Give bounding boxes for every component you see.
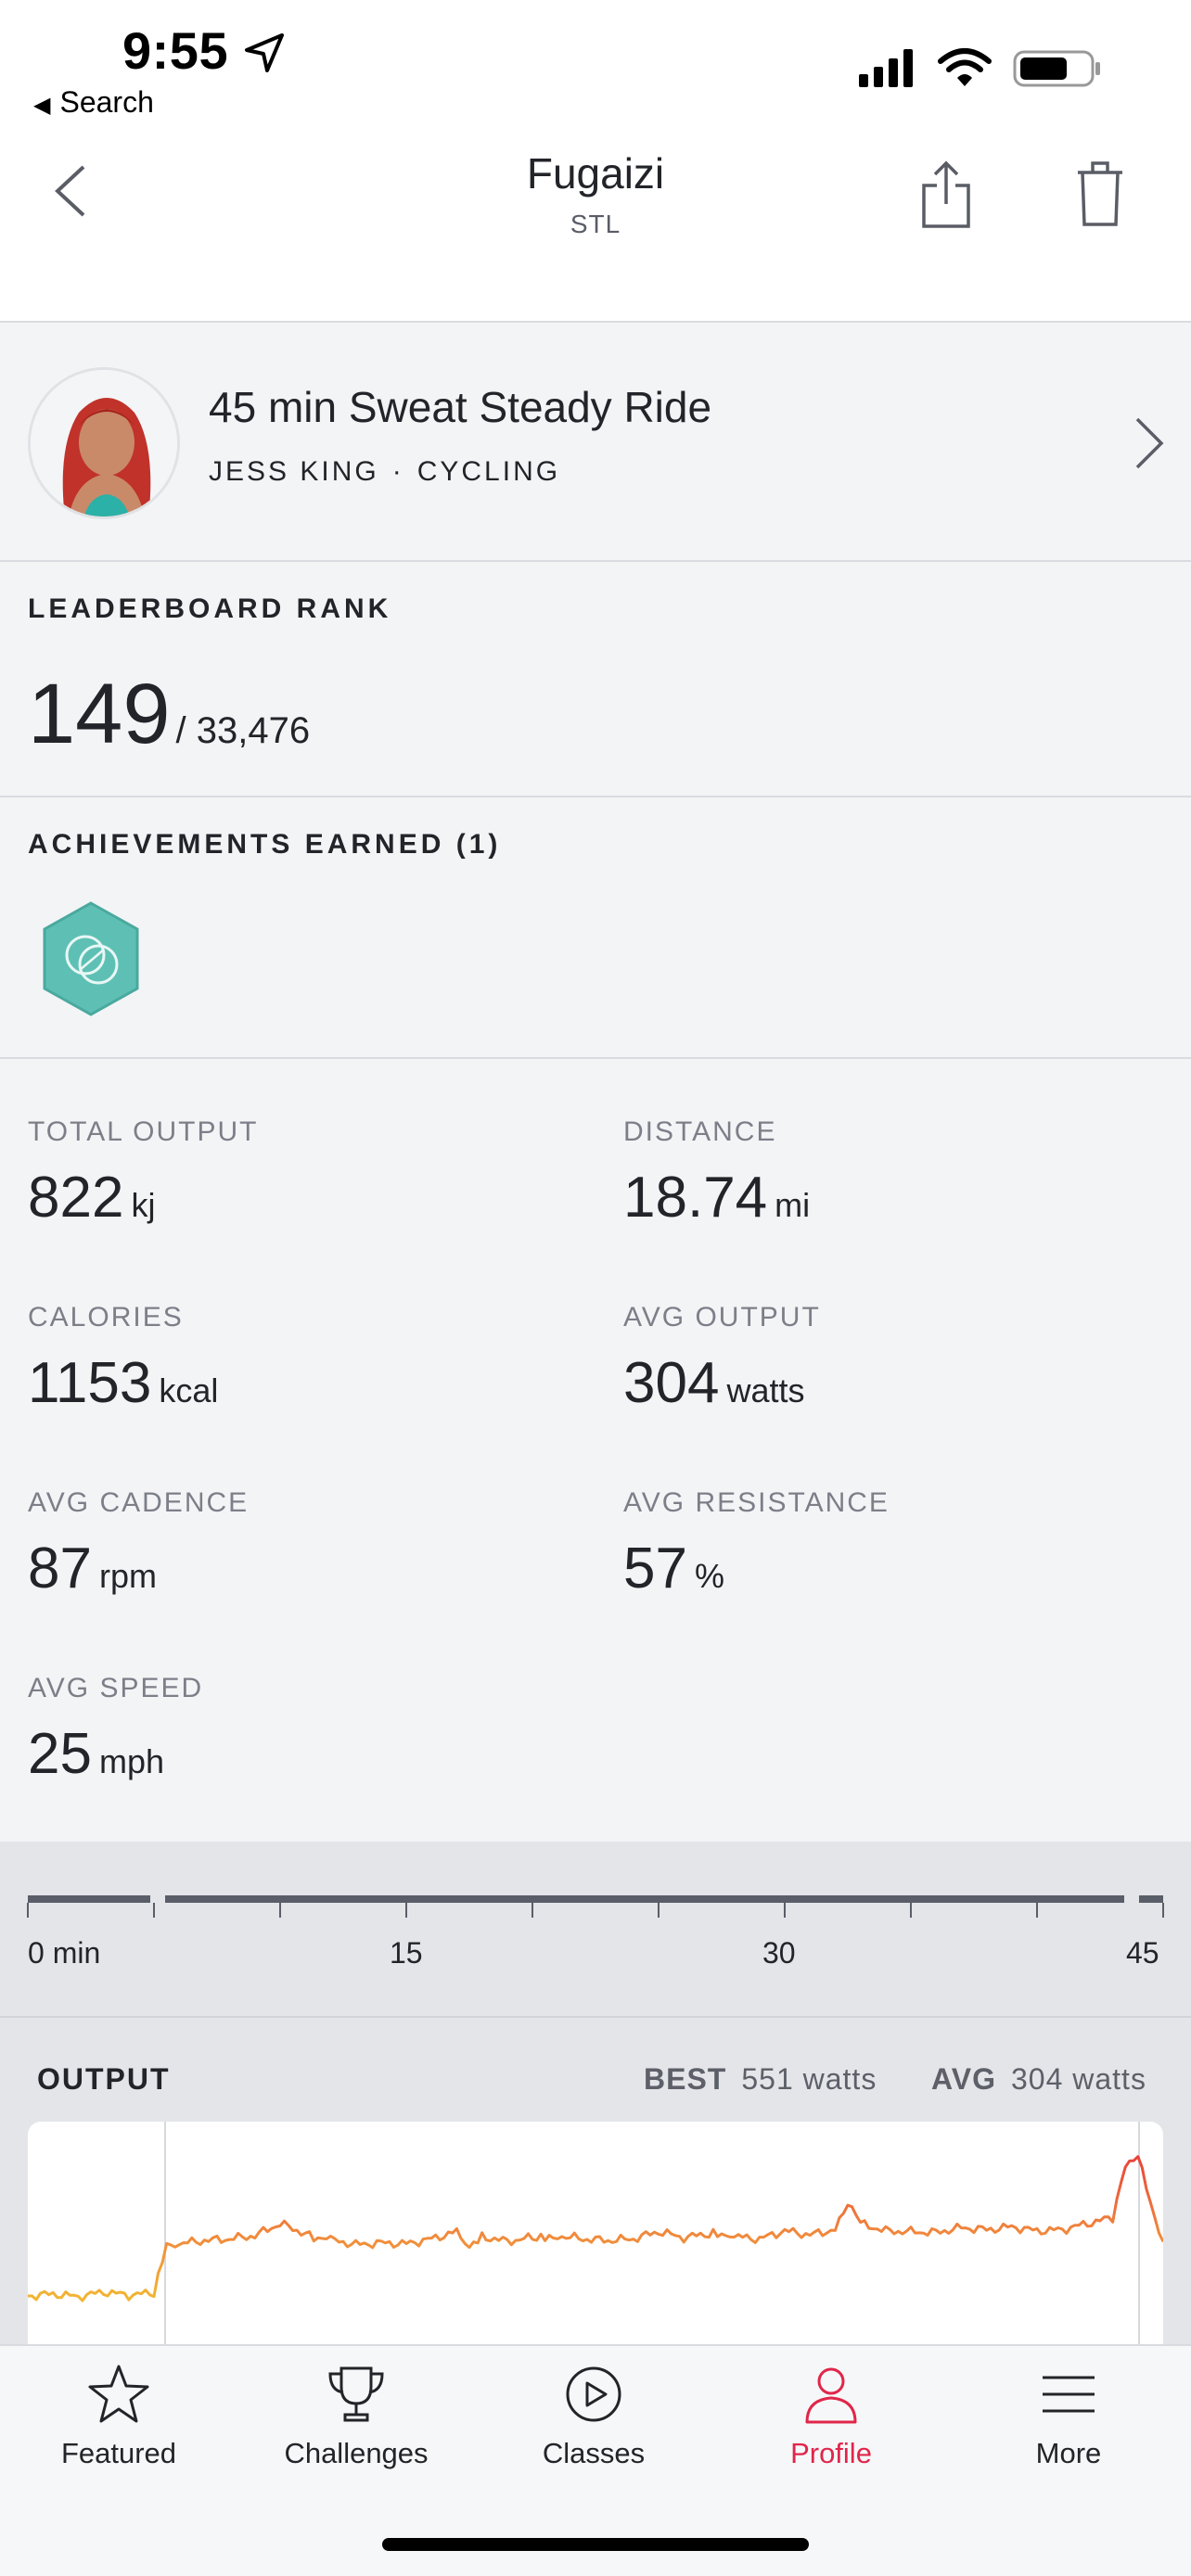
metric-unit: mph bbox=[98, 1742, 164, 1780]
output-chart[interactable] bbox=[28, 2122, 1163, 2344]
instructor-avatar bbox=[28, 367, 180, 519]
star-icon bbox=[88, 2365, 149, 2423]
output-series-line bbox=[28, 2155, 1163, 2302]
timeline-segment-cooldown bbox=[1139, 1895, 1163, 1903]
metric-avg-output: AVG OUTPUT 304 watts bbox=[623, 1302, 1143, 1416]
class-title: 45 min Sweat Steady Ride bbox=[209, 383, 712, 431]
metric-distance: DISTANCE 18.74 mi bbox=[623, 1116, 1143, 1231]
page-title: Fugaizi bbox=[526, 149, 665, 198]
metric-avg-speed: AVG SPEED 25 mph bbox=[28, 1673, 547, 1787]
tab-label: Featured bbox=[60, 2437, 177, 2469]
leaderboard-label: LEADERBOARD RANK bbox=[28, 593, 392, 624]
chevron-right-icon bbox=[1135, 417, 1164, 469]
trash-icon[interactable] bbox=[1074, 158, 1126, 228]
output-best: BEST 551 watts bbox=[644, 2062, 877, 2097]
timeline-segments bbox=[27, 1895, 1164, 1918]
metric-avg-resistance: AVG RESISTANCE 57% bbox=[623, 1487, 1143, 1601]
metric-value: 87 bbox=[28, 1537, 92, 1600]
tab-featured[interactable]: Featured bbox=[0, 2361, 237, 2491]
timeline-segment-warmup bbox=[28, 1895, 150, 1903]
class-timeline: 0 min 15 30 45 bbox=[0, 1842, 1191, 2018]
metric-label: DISTANCE bbox=[623, 1116, 777, 1147]
output-best-label: BEST bbox=[644, 2062, 727, 2096]
metric-label: AVG SPEED bbox=[28, 1673, 204, 1703]
output-best-value: 551 watts bbox=[741, 2062, 877, 2096]
achievement-badge-icon[interactable] bbox=[39, 899, 143, 1018]
output-avg: AVG 304 watts bbox=[931, 2062, 1146, 2097]
location-arrow-icon bbox=[245, 33, 284, 72]
rank-total: / 33,476 bbox=[175, 710, 311, 751]
metric-value: 304 bbox=[623, 1351, 720, 1415]
trophy-icon bbox=[328, 2366, 384, 2422]
back-to-search[interactable]: ◀ Search bbox=[33, 85, 154, 120]
tab-more[interactable]: More bbox=[950, 2361, 1187, 2491]
output-avg-label: AVG bbox=[931, 2062, 996, 2096]
play-circle-icon bbox=[566, 2366, 621, 2422]
tab-label: Profile bbox=[790, 2437, 872, 2469]
tab-label: More bbox=[1035, 2437, 1102, 2469]
menu-icon bbox=[1043, 2376, 1095, 2413]
metric-value: 822 bbox=[28, 1166, 124, 1230]
workout-metrics: TOTAL OUTPUT 822 kj DISTANCE 18.74 mi CALO… bbox=[0, 1059, 1191, 1842]
person-icon bbox=[805, 2367, 857, 2424]
tab-profile[interactable]: Profile bbox=[712, 2361, 950, 2491]
metric-calories: CALORIES 1153 kcal bbox=[28, 1302, 547, 1416]
metric-value: 18.74 bbox=[623, 1166, 768, 1230]
battery-icon bbox=[1013, 50, 1100, 87]
metric-avg-cadence: AVG CADENCE 87 rpm bbox=[28, 1487, 547, 1601]
metric-value: 1153 bbox=[28, 1351, 152, 1415]
timeline-label-45: 45 bbox=[1126, 1936, 1159, 1970]
tab-classes[interactable]: Classes bbox=[475, 2361, 712, 2491]
status-time: 9:55 bbox=[122, 21, 229, 80]
achievements-section: ACHIEVEMENTS EARNED (1) bbox=[0, 797, 1191, 1059]
output-chart-svg bbox=[28, 2122, 1163, 2344]
metric-label: AVG RESISTANCE bbox=[623, 1487, 890, 1518]
metric-value: 25 bbox=[28, 1722, 92, 1786]
tab-challenges[interactable]: Challenges bbox=[237, 2361, 475, 2491]
timeline-label-start: 0 min bbox=[28, 1936, 101, 1970]
class-info-row[interactable]: 45 min Sweat Steady Ride JESS KING · CYCLI… bbox=[0, 325, 1191, 562]
metric-unit: rpm bbox=[98, 1557, 157, 1595]
leaderboard-rank: 149/ 33,476 bbox=[28, 666, 310, 763]
class-meta: JESS KING · CYCLING bbox=[209, 456, 560, 488]
metric-label: AVG CADENCE bbox=[28, 1487, 250, 1518]
status-bar: 9:55 ◀ Search bbox=[0, 0, 1191, 139]
timeline-label-15: 15 bbox=[390, 1936, 423, 1970]
instructor-name: JESS KING bbox=[209, 456, 379, 487]
home-indicator bbox=[382, 2538, 809, 2551]
class-category: CYCLING bbox=[416, 456, 561, 487]
output-section: OUTPUT BEST 551 watts AVG 304 watts bbox=[0, 2018, 1191, 2344]
tab-label: Classes bbox=[542, 2437, 646, 2469]
achievements-label: ACHIEVEMENTS EARNED (1) bbox=[28, 829, 502, 860]
cellular-signal-icon bbox=[859, 49, 913, 87]
metric-label: CALORIES bbox=[28, 1302, 184, 1333]
metric-unit: % bbox=[694, 1557, 724, 1595]
back-app-label: Search bbox=[59, 85, 154, 119]
timeline-label-30: 30 bbox=[762, 1936, 796, 1970]
leaderboard-section: LEADERBOARD RANK 149/ 33,476 bbox=[0, 562, 1191, 797]
metric-unit: mi bbox=[775, 1186, 811, 1224]
tab-label: Challenges bbox=[284, 2437, 429, 2469]
metric-unit: watts bbox=[726, 1371, 805, 1409]
metric-label: AVG OUTPUT bbox=[623, 1302, 821, 1333]
metric-label: TOTAL OUTPUT bbox=[28, 1116, 259, 1147]
metric-unit: kj bbox=[131, 1186, 156, 1224]
output-avg-value: 304 watts bbox=[1010, 2062, 1146, 2096]
share-icon[interactable] bbox=[918, 158, 974, 232]
timeline-segment-main bbox=[165, 1895, 1124, 1903]
nav-bar: Fugaizi STL bbox=[0, 139, 1191, 323]
metric-value: 57 bbox=[623, 1537, 687, 1600]
meta-separator: · bbox=[391, 456, 404, 487]
back-triangle-icon: ◀ bbox=[33, 93, 51, 118]
rank-number: 149 bbox=[28, 667, 171, 761]
metric-unit: kcal bbox=[159, 1371, 219, 1409]
wifi-icon bbox=[938, 48, 992, 86]
metric-total-output: TOTAL OUTPUT 822 kj bbox=[28, 1116, 547, 1231]
page-subtitle: STL bbox=[570, 210, 621, 238]
output-title: OUTPUT bbox=[37, 2062, 171, 2096]
